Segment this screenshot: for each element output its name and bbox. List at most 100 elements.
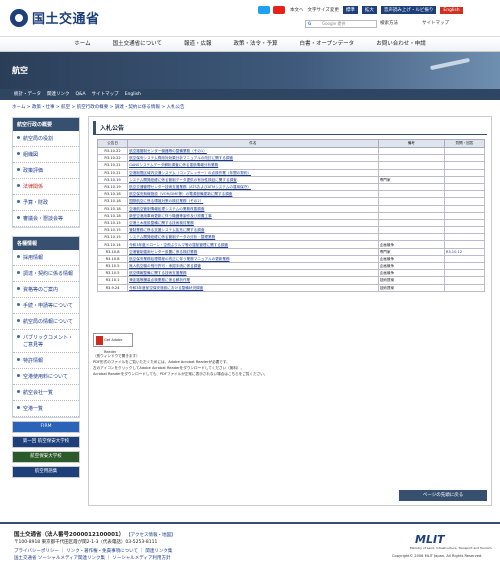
row-qa-link[interactable] (443, 233, 486, 242)
nav-whitepaper[interactable]: 白書・オープンデータ (300, 37, 355, 51)
row-subject-link[interactable]: 滑走路等舗装点検業務に係る解析作業 (127, 276, 379, 285)
row-subject-link[interactable]: 空港制限区域内交通システム（コンプレッサー）の点検作業（年間の契約） (127, 168, 379, 177)
row-qa-link[interactable] (443, 175, 486, 184)
sidebar-item[interactable]: 航空会社一覧 (13, 385, 79, 401)
row-qa-link[interactable] (443, 204, 486, 213)
nav-home[interactable]: ホーム (74, 37, 90, 51)
sidebar-item[interactable]: 空港一覧 (13, 401, 79, 417)
row-qa-link[interactable] (443, 211, 486, 220)
sidebar-item[interactable]: 法律関係 (13, 179, 79, 195)
row-subject-link[interactable]: 令和3年度航空保安施設における整備状況調査 (127, 283, 379, 292)
nav-press[interactable]: 報道・広報 (184, 37, 212, 51)
sidebar-item[interactable]: 資格等のご案内 (13, 282, 79, 298)
row-subject-link[interactable]: 令和3年度ドローン・空飛ぶクルマ等の運航管理に関する調査 (127, 240, 379, 249)
row-qa-link[interactable] (443, 190, 486, 199)
row-remarks: 専門家 (377, 247, 445, 256)
row-subject-link[interactable]: 航空保安業務処理規程の改正に伴う業務マニュアルの更新業務 (127, 254, 379, 264)
sidebar-banner[interactable]: 航空保安大学校 (12, 451, 80, 463)
sidebar-item[interactable]: 空港使用料について (13, 369, 79, 385)
sidebar-item[interactable]: 調達・契約に係る情報 (13, 266, 79, 282)
table-row: R3.10.18 空港航空管制情報処理システムの業務改善調査 (96, 204, 486, 213)
search-method-link[interactable]: 検索方法 (380, 20, 398, 26)
section-subnav: 統計・データ 関連リンク Q&A サイトマップ English (0, 89, 500, 100)
row-subject-link[interactable]: 空港土木施設整備に関する技術検討業務 (127, 218, 379, 228)
sitemap-link[interactable]: サイトマップ (422, 20, 449, 26)
row-qa-link[interactable] (443, 226, 486, 235)
sidebar-banner[interactable]: 航空用語集 (12, 466, 80, 478)
sidebar-item[interactable]: 組織図 (13, 147, 79, 163)
sidebar-item[interactable]: 予算・財政 (13, 195, 79, 211)
site-name: 国土交通省 (32, 12, 100, 27)
site-logo[interactable]: 国土交通省 (10, 8, 100, 27)
read-aloud-button[interactable]: 音声読み上げ・ルビ振り (380, 6, 437, 14)
youtube-icon[interactable] (273, 6, 285, 14)
row-subject-link[interactable]: GANSシステムデータ解析調査に係る運航情報分析業務 (127, 161, 379, 170)
row-qa-link[interactable] (443, 197, 486, 206)
english-button[interactable]: English (440, 6, 463, 14)
row-subject-link[interactable]: システム開発経緯に係る管制データの分析・整理業務 (127, 233, 379, 242)
sidebar-item[interactable]: パブリックコメント・ご意見等 (13, 330, 79, 353)
row-qa-link[interactable] (443, 146, 486, 156)
page-top-button[interactable]: ページの先頭に戻る (399, 490, 487, 501)
sidebar-item[interactable]: 航空局の役割 (13, 131, 79, 147)
row-subject-link[interactable]: 空港航空管制情報処理システムの業務改善調査 (127, 204, 379, 213)
row-qa-link[interactable] (443, 218, 486, 228)
nav-policy[interactable]: 政策・法令・予算 (234, 37, 278, 51)
sidebar-item[interactable]: 手続・申請等について (13, 298, 79, 314)
row-subject-link[interactable]: 航空保安無線施設（VOR/DME等）の電源設備更新に関する調査 (127, 190, 379, 199)
row-qa-link[interactable] (443, 154, 486, 163)
footer-links-row[interactable]: プライバシーポリシー ｜ リンク・著作権・免責事項について ｜ 関連リンク集 (14, 548, 172, 555)
sidebar-item[interactable]: 航空局の情報について (13, 314, 79, 330)
sidebar-item[interactable]: 採用情報 (13, 250, 79, 266)
row-subject-link[interactable]: 空港管制運用センター設置に係る検討業務 (127, 247, 379, 256)
table-row: R3.10.8 航空保安業務処理規程の改正に伴う業務マニュアルの更新業務 企画競争 (96, 254, 486, 264)
skip-to-content-link[interactable]: 本文へ (290, 7, 304, 13)
row-date: R3.10.21 (96, 161, 129, 170)
row-qa-link[interactable] (443, 161, 486, 170)
subnav-stats[interactable]: 統計・データ (14, 89, 41, 100)
adobe-reader-button[interactable]: Get Adobe Reader (93, 333, 133, 354)
search-input[interactable]: G Google 提供 (305, 20, 377, 28)
subnav-english[interactable]: English (125, 89, 141, 100)
row-qa-link[interactable] (443, 182, 486, 192)
row-qa-link[interactable] (443, 168, 486, 177)
row-subject-link[interactable]: 無人航空機の飛行許可・承認手続に係る調査 (127, 261, 379, 271)
pdf-note: （別ウィンドウで開きます） PDF形式のファイルをご覧いただくためには、Adob… (93, 353, 483, 377)
row-qa-link[interactable] (443, 254, 486, 264)
font-standard-button[interactable]: 標準 (342, 6, 358, 14)
sidebar-item[interactable]: 審議会・懇談会等 (13, 211, 79, 227)
subnav-qa[interactable]: Q&A (76, 89, 86, 100)
row-subject-link[interactable]: 航空情報整備に関する技術支援業務 (127, 269, 379, 278)
font-large-button[interactable]: 拡大 (361, 6, 377, 14)
row-qa-link[interactable] (443, 276, 486, 285)
sidebar-item[interactable]: 政策評価 (13, 163, 79, 179)
logo-mark-icon (10, 8, 28, 27)
row-subject-link[interactable]: 国際航空に係る環境対策の検討業務（その2） (127, 197, 379, 206)
sidebar-item[interactable]: 特許情報 (13, 353, 79, 369)
table-row: R3.10.14 令和3年度ドローン・空飛ぶクルマ等の運航管理に関する調査 企画競争 (96, 240, 486, 249)
row-qa-link[interactable] (443, 269, 486, 278)
row-date: R3.10.22 (96, 146, 129, 156)
row-qa-link[interactable] (443, 240, 486, 249)
twitter-icon[interactable] (258, 6, 270, 14)
row-subject-link[interactable]: 航空保安システム費用対効果分析マニュアルの改訂に関する調査 (127, 154, 379, 163)
access-link[interactable]: 【アクセス情報・地図】 (126, 533, 175, 538)
row-qa-link[interactable]: R3.10.12 (443, 247, 486, 256)
row-qa-link[interactable] (443, 283, 486, 292)
table-row: R3.10.22 航空保安システム費用対効果分析マニュアルの改訂に関する調査 (96, 154, 486, 163)
subnav-links[interactable]: 関連リンク (47, 89, 70, 100)
subnav-sitemap[interactable]: サイトマップ (92, 89, 119, 100)
row-remarks: 企画競争 (377, 269, 445, 278)
row-qa-link[interactable] (443, 261, 486, 271)
sidebar-banner[interactable]: 第一回 航空保安大学校 (12, 436, 80, 448)
row-subject-link[interactable]: 航空路管制センター機器等の整備業務（その1） (127, 146, 379, 156)
sidebar-banner[interactable]: FIRM (12, 421, 80, 433)
row-subject-link[interactable]: 管制業務に係る支援システム拡充に関する調査 (127, 226, 379, 235)
nav-contact[interactable]: お問い合わせ・申請 (376, 37, 426, 51)
nav-about[interactable]: 国土交通省について (113, 37, 162, 51)
row-subject-link[interactable]: システム開発経緯に係る管制データ提供の有効性検証に関する調査 (127, 175, 379, 184)
footer-links-row[interactable]: 国土交通省 ソーシャルメディア関連リンク集 ｜ ソーシャルメディア利用方針 (14, 555, 172, 562)
breadcrumb[interactable]: ホーム > 政策・仕事 > 航空 > 航空行政の概要 > 調達・契約に係る情報 … (12, 104, 185, 110)
row-subject-link[interactable]: 航空交通管理センター技術支援業務（ATSおよびATMシステムの運用保守） (127, 182, 379, 192)
row-subject-link[interactable]: 新型空港用車両更新に伴う機器等製作及び設置工事 (127, 211, 379, 220)
